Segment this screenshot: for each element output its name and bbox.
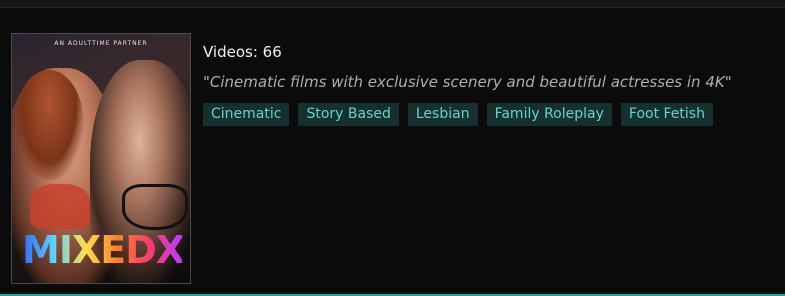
tag-list: Cinematic Story Based Lesbian Family Rol… [203,103,778,126]
tag-cinematic[interactable]: Cinematic [203,103,290,126]
poster-hair [14,70,84,180]
tag-foot-fetish[interactable]: Foot Fetish [620,103,713,126]
tag-story-based[interactable]: Story Based [298,103,399,126]
videos-count: Videos: 66 [203,43,282,61]
tag-lesbian[interactable]: Lesbian [407,103,478,126]
channel-card: AN ADULTTIME PARTNER MIXEDX Videos: 66 "… [0,8,785,294]
channel-info: Videos: 66 "Cinematic films with exclusi… [203,40,778,126]
poster-partner-text: AN ADULTTIME PARTNER [54,40,148,47]
top-divider [0,0,785,8]
poster-logo: MIXEDX [22,224,185,276]
tag-family-roleplay[interactable]: Family Roleplay [486,103,612,126]
channel-tagline: "Cinematic films with exclusive scenery … [203,73,732,91]
channel-poster-image[interactable]: AN ADULTTIME PARTNER MIXEDX [11,33,191,284]
poster-clothing [30,184,90,229]
